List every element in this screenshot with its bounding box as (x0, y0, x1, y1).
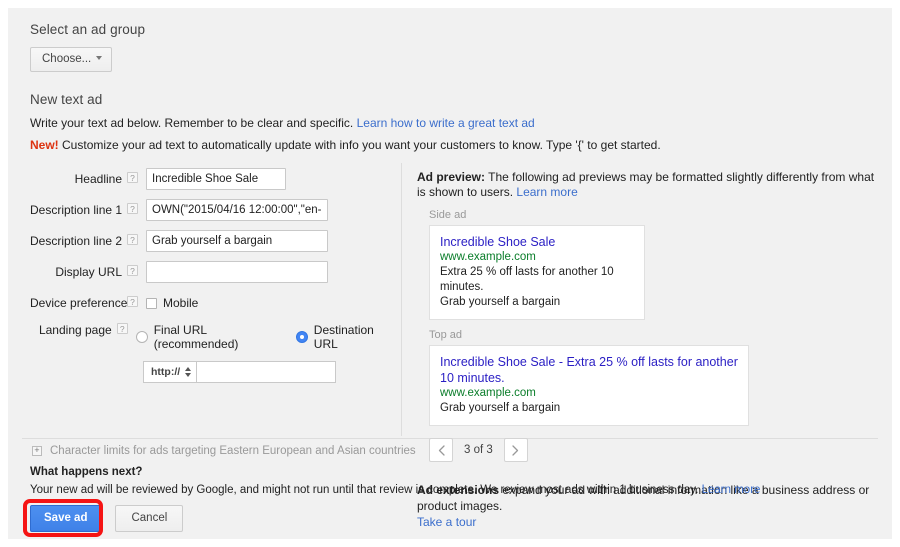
description1-row: Description line 1 ? (30, 199, 390, 221)
final-url-radio[interactable] (135, 331, 148, 343)
description1-control (146, 199, 328, 221)
newad-intro-text: Write your text ad below. Remember to be… (30, 116, 354, 130)
display-url-input[interactable] (146, 261, 328, 283)
description1-label: Description line 1 (30, 203, 123, 217)
destination-url-input[interactable] (196, 361, 337, 383)
pager-label: 3 of 3 (464, 444, 493, 456)
landing-page-label: Landing page (38, 323, 112, 337)
help-icon-description1[interactable]: ? (127, 203, 138, 214)
help-icon-description2[interactable]: ? (127, 234, 138, 245)
what-happens-next-body: Your new ad will be reviewed by Google, … (30, 483, 880, 498)
character-limits-label[interactable]: Character limits for ads targeting Easte… (50, 445, 416, 457)
mobile-label[interactable]: Mobile (163, 296, 198, 310)
newad-new-text: Customize your ad text to automatically … (62, 138, 661, 152)
help-icon-display-url[interactable]: ? (127, 265, 138, 276)
destination-url-row: http:// (143, 361, 390, 383)
device-preference-control: Mobile (146, 292, 198, 310)
description2-row: Description line 2 ? (30, 230, 390, 252)
help-icon-landing-page[interactable]: ? (116, 323, 128, 334)
top-ad-headline[interactable]: Incredible Shoe Sale - Extra 25 % off la… (440, 354, 738, 386)
landing-page-row: Landing page ? Final URL (recommended) D… (30, 319, 390, 351)
cancel-button[interactable]: Cancel (115, 505, 184, 532)
description2-control (146, 230, 328, 252)
ad-creation-panel: Select an ad group Choose... New text ad… (8, 8, 892, 539)
destination-url-label[interactable]: Destination URL (314, 323, 390, 351)
form-actions: Save ad Cancel (30, 505, 184, 532)
expand-plus-icon[interactable]: + (32, 446, 42, 456)
ad-form: Headline ? Description line 1 ? Descript… (30, 168, 390, 383)
preview-pager: 3 of 3 (429, 438, 883, 462)
destination-url-radio[interactable] (295, 331, 308, 343)
chevron-down-icon (96, 56, 103, 60)
newad-new-notice: New! Customize your ad text to automatic… (30, 138, 870, 153)
headline-row: Headline ? (30, 168, 390, 190)
chevron-right-icon (512, 444, 519, 456)
mobile-checkbox[interactable] (146, 297, 157, 309)
pager-prev-button[interactable] (429, 438, 453, 462)
pager-next-button[interactable] (503, 438, 528, 462)
adgroup-choose-label: Choose... (42, 53, 92, 65)
new-badge: New! (30, 138, 59, 152)
newad-heading: New text ad Write your text ad below. Re… (30, 92, 870, 153)
updown-arrows-icon (185, 367, 192, 377)
headline-input[interactable] (146, 168, 286, 190)
top-ad-url: www.example.com (440, 387, 536, 399)
adgroup-section: Select an ad group Choose... (30, 22, 430, 72)
adgroup-choose-dropdown[interactable]: Choose... (30, 47, 113, 72)
display-url-control (146, 261, 328, 283)
side-ad-card: Incredible Shoe Sale www.example.com Ext… (429, 225, 645, 320)
top-ad-desc1: Grab yourself a bargain (440, 402, 561, 414)
help-icon-device-preference[interactable]: ? (127, 296, 138, 307)
take-a-tour-link[interactable]: Take a tour (417, 514, 883, 530)
side-ad-desc2: Grab yourself a bargain (440, 296, 561, 308)
what-happens-next-section: What happens next? Your new ad will be r… (30, 466, 880, 498)
protocol-select[interactable]: http:// (143, 361, 197, 383)
top-ad-card: Incredible Shoe Sale - Extra 25 % off la… (429, 345, 749, 426)
preview-intro: Ad preview: The following ad previews ma… (417, 170, 883, 200)
landing-page-radios: Final URL (recommended) Destination URL (135, 319, 390, 351)
device-preference-row: Device preference ? Mobile (30, 292, 390, 310)
preview-learn-more-link[interactable]: Learn more (516, 185, 577, 199)
newad-title: New text ad (30, 92, 103, 107)
top-ad-kind-label: Top ad (429, 329, 463, 341)
save-ad-button[interactable]: Save ad (30, 505, 102, 532)
adgroup-title: Select an ad group (30, 22, 146, 37)
description1-input[interactable] (146, 199, 328, 221)
description2-input[interactable] (146, 230, 328, 252)
final-url-label[interactable]: Final URL (recommended) (154, 323, 277, 351)
newad-intro: Write your text ad below. Remember to be… (30, 116, 870, 131)
character-limits-toggle[interactable]: + Character limits for ads targeting Eas… (32, 445, 416, 457)
side-ad-headline[interactable]: Incredible Shoe Sale (440, 234, 634, 250)
mobile-checkbox-row[interactable]: Mobile (146, 292, 198, 310)
protocol-value: http:// (151, 366, 181, 378)
side-ad-url: www.example.com (440, 251, 536, 263)
what-happens-next-title: What happens next? (30, 466, 143, 478)
preview-intro-text: The following ad previews may be formatt… (417, 170, 875, 199)
display-url-row: Display URL ? (30, 261, 390, 283)
side-ad-desc1: Extra 25 % off lasts for another 10 minu… (440, 266, 614, 293)
device-preference-label: Device preference (30, 296, 128, 310)
vertical-divider (401, 163, 402, 436)
what-happens-next-text: Your new ad will be reviewed by Google, … (30, 484, 699, 496)
whatnext-learn-more-link[interactable]: Learn more (702, 484, 761, 496)
preview-title: Ad preview: (417, 170, 486, 184)
display-url-label: Display URL (55, 265, 122, 279)
write-great-ad-link[interactable]: Learn how to write a great text ad (357, 116, 535, 130)
description2-label: Description line 2 (30, 234, 123, 248)
landing-page-control: Final URL (recommended) Destination URL (135, 319, 390, 351)
side-ad-kind-label: Side ad (429, 209, 467, 221)
chevron-left-icon (438, 444, 445, 456)
headline-control (146, 168, 286, 190)
help-icon-headline[interactable]: ? (127, 172, 138, 183)
headline-label: Headline (74, 172, 122, 186)
